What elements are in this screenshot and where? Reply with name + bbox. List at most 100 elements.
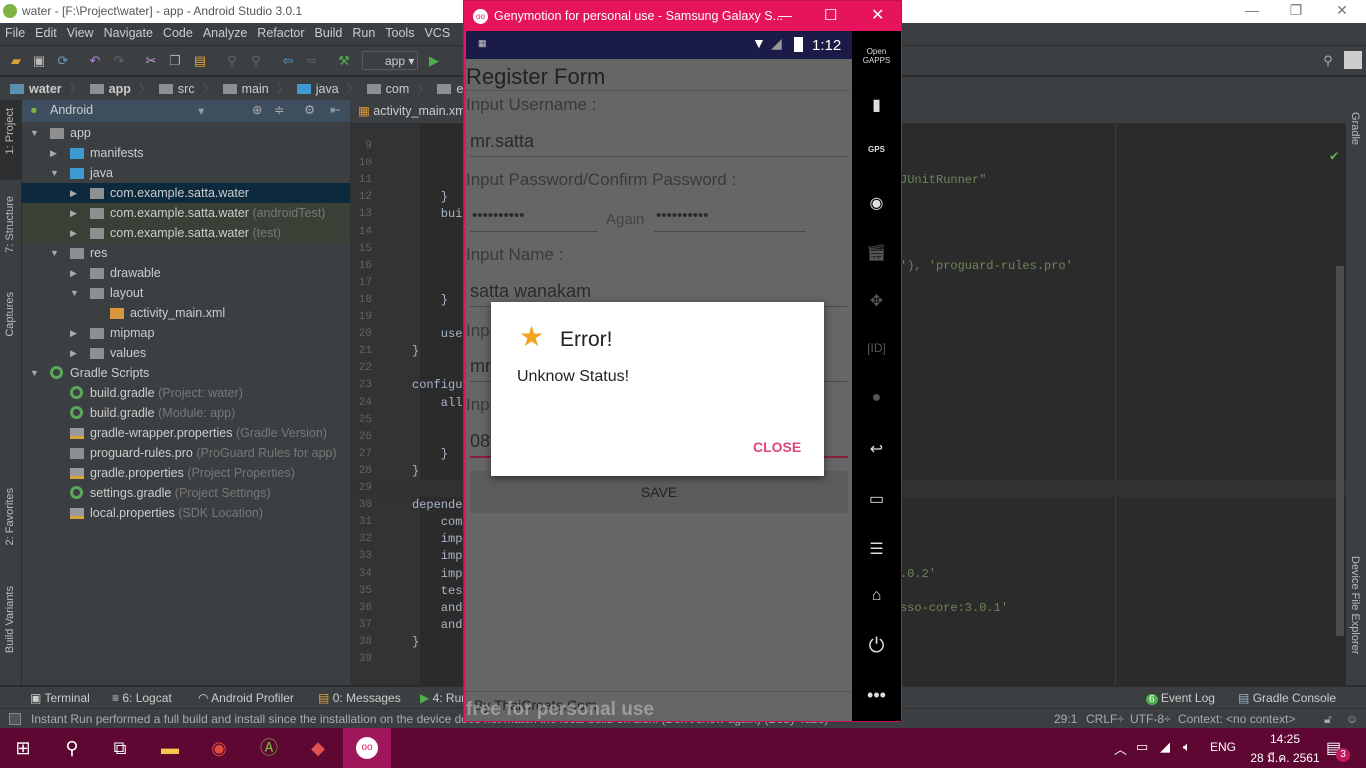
geny-close-button[interactable]: ✕: [871, 5, 884, 25]
power-icon[interactable]: ⏻: [852, 635, 901, 658]
collapse-arrow-icon[interactable]: ▶: [70, 263, 77, 283]
lock-icon[interactable]: 🔓︎: [1324, 712, 1332, 727]
tree-item[interactable]: ▶ drawable: [22, 263, 350, 283]
context[interactable]: Context: <no context>: [1178, 712, 1295, 726]
editor-scrollbar[interactable]: [1336, 266, 1344, 636]
menu-code[interactable]: Code: [158, 23, 198, 45]
menu-vcs[interactable]: VCS: [419, 23, 455, 45]
tool-tab-structure[interactable]: 7: Structure: [4, 196, 16, 253]
crumb-app[interactable]: app: [89, 82, 131, 96]
redo-icon[interactable]: ↷: [111, 53, 127, 69]
copy-icon[interactable]: ❐: [167, 53, 183, 69]
tool-tab-captures[interactable]: Captures: [4, 292, 16, 337]
email-input[interactable]: mr: [470, 356, 491, 377]
tool-logcat[interactable]: ≡ 6: Logcat: [112, 691, 172, 705]
tree-item[interactable]: ▶ values: [22, 343, 350, 363]
tree-item[interactable]: proguard-rules.pro (ProGuard Rules for a…: [22, 443, 350, 463]
tool-profiler[interactable]: ◠ Android Profiler: [198, 691, 294, 705]
crumb-src[interactable]: src: [158, 82, 195, 96]
tree-item[interactable]: local.properties (SDK Location): [22, 503, 350, 523]
collapse-arrow-icon[interactable]: ▶: [70, 223, 77, 243]
home-nav-icon[interactable]: ⌂: [852, 587, 901, 605]
menu-view[interactable]: View: [62, 23, 99, 45]
tool-run[interactable]: ▶ 4: Run: [420, 691, 468, 705]
save-icon[interactable]: ▣: [31, 53, 47, 69]
volume-icon[interactable]: 🔈︎: [1183, 739, 1191, 755]
start-windows-icon[interactable]: ⊞: [11, 736, 35, 760]
inspector-icon[interactable]: ☺: [1346, 712, 1358, 726]
dpad-icon[interactable]: ✥: [852, 291, 901, 311]
status-toggle-icon[interactable]: [9, 713, 21, 725]
dialog-close-button[interactable]: CLOSE: [753, 439, 801, 455]
locate-icon[interactable]: ⊕: [252, 102, 262, 117]
collapse-arrow-icon[interactable]: ▶: [70, 343, 77, 363]
make-project-icon[interactable]: ⚒: [336, 53, 352, 69]
tree-item[interactable]: build.gradle (Project: water): [22, 383, 350, 403]
crumb-main[interactable]: main: [222, 82, 269, 96]
save-button[interactable]: SAVE: [470, 471, 848, 513]
undo-icon[interactable]: ↶: [87, 53, 103, 69]
menu-tools[interactable]: Tools: [380, 23, 419, 45]
line-separator[interactable]: CRLF÷: [1086, 712, 1124, 726]
run-config-select[interactable]: app ▾: [362, 51, 418, 70]
minimize-button[interactable]: —: [1232, 2, 1272, 18]
menu-navigate[interactable]: Navigate: [99, 23, 158, 45]
tree-item[interactable]: ▼ Gradle Scripts: [22, 363, 350, 383]
more-icon[interactable]: •••: [852, 685, 901, 706]
clock-date[interactable]: 28 มี.ค. 2561: [1244, 749, 1326, 768]
crumb-com[interactable]: com: [366, 82, 409, 96]
crumb-java[interactable]: java: [296, 82, 339, 96]
expand-arrow-icon[interactable]: ▼: [50, 243, 59, 263]
tool-event-log[interactable]: 6 Event Log: [1146, 691, 1215, 705]
close-button[interactable]: ✕: [1322, 2, 1362, 19]
tree-item[interactable]: ▶ com.example.satta.water (test): [22, 223, 350, 243]
user-avatar-icon[interactable]: [1344, 51, 1362, 69]
tree-item[interactable]: gradle.properties (Project Properties): [22, 463, 350, 483]
screen-capture-icon[interactable]: 🎬︎: [852, 243, 901, 263]
expand-arrow-icon[interactable]: ▼: [70, 283, 79, 303]
name-input[interactable]: satta wanakam: [470, 281, 591, 302]
hide-icon[interactable]: ⇤: [330, 102, 340, 117]
project-view-select[interactable]: Android: [50, 103, 93, 117]
paste-icon[interactable]: ▤: [192, 53, 208, 69]
restore-button[interactable]: ❐: [1276, 2, 1316, 19]
tree-item[interactable]: ▶ mipmap: [22, 323, 350, 343]
tree-item[interactable]: ▼ res: [22, 243, 350, 263]
expand-arrow-icon[interactable]: ▼: [30, 123, 39, 143]
tool-tab-build-variants[interactable]: Build Variants: [4, 586, 16, 653]
chrome-icon[interactable]: ◉: [207, 736, 231, 760]
tray-chevron-icon[interactable]: ︿: [1114, 739, 1127, 758]
tree-item[interactable]: ▼ layout: [22, 283, 350, 303]
encoding[interactable]: UTF-8÷: [1130, 712, 1171, 726]
sync-icon[interactable]: ⟳: [55, 53, 71, 69]
collapse-arrow-icon[interactable]: ▶: [70, 183, 77, 203]
collapse-arrow-icon[interactable]: ▶: [50, 143, 57, 163]
tree-item[interactable]: ▶ com.example.satta.water (androidTest): [22, 203, 350, 223]
power-tray-icon[interactable]: ▭: [1136, 739, 1148, 755]
username-input[interactable]: mr.satta: [470, 131, 534, 152]
language-indicator[interactable]: ENG: [1210, 740, 1236, 754]
geny-maximize-button[interactable]: ☐: [824, 6, 837, 24]
device-id-icon[interactable]: [ID]: [852, 341, 901, 355]
tool-tab-gradle[interactable]: Gradle: [1349, 112, 1361, 145]
expand-arrow-icon[interactable]: ▼: [30, 363, 39, 383]
tree-item[interactable]: ▼ java: [22, 163, 350, 183]
gps-widget-icon[interactable]: GPS: [852, 145, 901, 154]
webcam-icon[interactable]: ◉: [852, 193, 901, 213]
tab-activity-main[interactable]: ▦ activity_main.xml: [358, 103, 468, 118]
file-explorer-icon[interactable]: ▬: [158, 736, 182, 760]
search-icon[interactable]: ⚲: [1320, 53, 1336, 69]
menu-nav-icon[interactable]: ☰: [852, 539, 901, 559]
cut-icon[interactable]: ✂: [143, 53, 159, 69]
clock-time[interactable]: 14:25: [1250, 732, 1320, 746]
menu-edit[interactable]: Edit: [30, 23, 62, 45]
phone-input[interactable]: 08: [470, 431, 490, 452]
open-gapps-button[interactable]: Open GAPPS: [852, 47, 901, 65]
replace-icon[interactable]: ⚲: [248, 53, 264, 69]
tree-item[interactable]: gradle-wrapper.properties (Gradle Versio…: [22, 423, 350, 443]
task-view-icon[interactable]: ⧉: [108, 736, 132, 760]
menu-file[interactable]: File: [0, 23, 30, 45]
android-studio-taskbar-icon[interactable]: Ⓐ: [257, 736, 281, 760]
find-icon[interactable]: ⚲: [224, 53, 240, 69]
genymotion-taskbar-button[interactable]: oo: [343, 728, 391, 768]
